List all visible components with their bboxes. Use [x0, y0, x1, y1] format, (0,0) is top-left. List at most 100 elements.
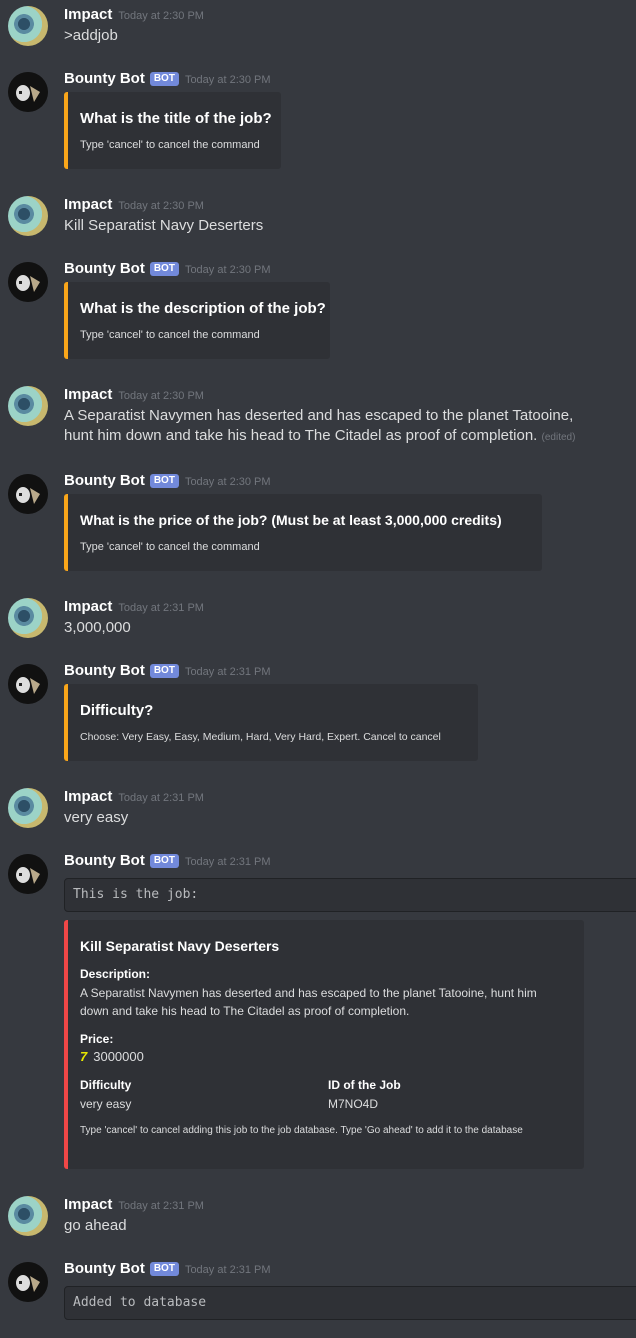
stormtrooper-icon	[8, 72, 48, 112]
field-id-value: M7NO4D	[328, 1097, 379, 1111]
username[interactable]: Impact	[64, 6, 112, 23]
timestamp: Today at 2:30 PM	[118, 200, 204, 212]
embed: What is the description of the job? Type…	[64, 282, 330, 359]
embed-footer: Type 'cancel' to cancel the command	[80, 329, 260, 341]
message-text: Kill Separatist Navy Deserters	[64, 217, 264, 234]
bot-tag: BOT	[149, 1262, 179, 1276]
timestamp: Today at 2:31 PM	[118, 792, 204, 804]
timestamp: Today at 2:31 PM	[184, 666, 271, 678]
message-bot-5: Bounty Bot BOT Today at 2:31 PM This is th…	[0, 846, 636, 1176]
user-avatar[interactable]	[8, 386, 48, 426]
message-header: Impact Today at 2:31 PM	[64, 598, 204, 616]
field-id-name: ID of the Job	[328, 1078, 401, 1092]
timestamp: Today at 2:30 PM	[184, 74, 271, 86]
user-avatar[interactable]	[8, 1196, 48, 1236]
message-impact-6: Impact Today at 2:31 PM go ahead	[0, 1190, 636, 1250]
username[interactable]: Impact	[64, 386, 112, 403]
timestamp: Today at 2:31 PM	[118, 602, 204, 614]
timestamp: Today at 2:31 PM	[184, 856, 271, 868]
message-bot-1: Bounty Bot BOT Today at 2:30 PM What is th…	[0, 64, 636, 184]
message-header: Impact Today at 2:30 PM	[64, 6, 204, 24]
timestamp: Today at 2:30 PM	[118, 390, 204, 402]
embed-footer: Type 'cancel' to cancel the command	[80, 541, 260, 553]
timestamp: Today at 2:31 PM	[184, 1264, 271, 1276]
timestamp: Today at 2:30 PM	[118, 10, 204, 22]
message-header: Impact Today at 2:31 PM	[64, 788, 204, 806]
message-header: Bounty Bot BOT Today at 2:31 PM	[64, 852, 271, 870]
embed-title: Kill Separatist Navy Deserters	[80, 938, 280, 954]
stormtrooper-icon	[8, 262, 48, 302]
message-bot-4: Bounty Bot BOT Today at 2:31 PM Difficulty…	[0, 656, 636, 776]
message-text: go ahead	[64, 1217, 127, 1234]
field-difficulty-value: very easy	[80, 1097, 132, 1111]
message-impact-5: Impact Today at 2:31 PM very easy	[0, 782, 636, 842]
embed-footer: Type 'cancel' to cancel adding this job …	[80, 1125, 523, 1136]
timestamp: Today at 2:30 PM	[184, 264, 271, 276]
username[interactable]: Impact	[64, 1196, 112, 1213]
message-impact-1: Impact Today at 2:30 PM >addjob	[0, 0, 636, 60]
message-header: Bounty Bot BOT Today at 2:30 PM	[64, 472, 271, 490]
field-description-value: A Separatist Navymen has deserted and ha…	[80, 986, 537, 1018]
stormtrooper-icon	[8, 1262, 48, 1302]
bot-avatar[interactable]	[8, 854, 48, 894]
message-text: very easy	[64, 809, 129, 826]
bot-avatar[interactable]	[8, 664, 48, 704]
message-header: Bounty Bot BOT Today at 2:30 PM	[64, 70, 271, 88]
bot-avatar[interactable]	[8, 72, 48, 112]
edited-label: (edited)	[541, 432, 576, 443]
username[interactable]: Bounty Bot	[64, 1260, 145, 1277]
username[interactable]: Bounty Bot	[64, 260, 145, 277]
username[interactable]: Bounty Bot	[64, 70, 145, 87]
message-header: Bounty Bot BOT Today at 2:30 PM	[64, 260, 271, 278]
username[interactable]: Bounty Bot	[64, 852, 145, 869]
embed-footer: Type 'cancel' to cancel the command	[80, 139, 260, 151]
stormtrooper-icon	[8, 474, 48, 514]
bot-avatar[interactable]	[8, 262, 48, 302]
message-body: A Separatist Navymen has deserted and ha…	[64, 407, 574, 444]
message-text: 3,000,000	[64, 619, 131, 636]
message-header: Bounty Bot BOT Today at 2:31 PM	[64, 662, 271, 680]
message-header: Impact Today at 2:31 PM	[64, 1196, 204, 1214]
job-embed: Kill Separatist Navy Deserters Descripti…	[64, 920, 584, 1169]
field-description-name: Description:	[80, 967, 151, 981]
bot-avatar[interactable]	[8, 1262, 48, 1302]
message-impact-3: Impact Today at 2:30 PM A Separatist Navy…	[0, 380, 636, 460]
field-difficulty-name: Difficulty	[80, 1078, 132, 1092]
code-block: Added to database	[64, 1286, 636, 1320]
username[interactable]: Impact	[64, 788, 112, 805]
message-bot-3: Bounty Bot BOT Today at 2:30 PM What is th…	[0, 466, 636, 586]
user-avatar[interactable]	[8, 196, 48, 236]
bot-tag: BOT	[149, 664, 179, 678]
message-bot-6: Bounty Bot BOT Today at 2:31 PM Added to d…	[0, 1254, 636, 1338]
embed-title: What is the price of the job? (Must be a…	[80, 512, 502, 528]
message-bot-2: Bounty Bot BOT Today at 2:30 PM What is th…	[0, 254, 636, 374]
embed-footer: Choose: Very Easy, Easy, Medium, Hard, V…	[80, 731, 441, 743]
username[interactable]: Impact	[64, 598, 112, 615]
embed: What is the price of the job? (Must be a…	[64, 494, 542, 571]
message-impact-2: Impact Today at 2:30 PM Kill Separatist N…	[0, 190, 636, 250]
username[interactable]: Bounty Bot	[64, 472, 145, 489]
user-avatar[interactable]	[8, 6, 48, 46]
bot-tag: BOT	[149, 854, 179, 868]
message-text: >addjob	[64, 27, 118, 44]
message-header: Bounty Bot BOT Today at 2:31 PM	[64, 1260, 271, 1278]
stormtrooper-icon	[8, 854, 48, 894]
timestamp: Today at 2:31 PM	[118, 1200, 204, 1212]
message-text: A Separatist Navymen has deserted and ha…	[64, 406, 604, 448]
message-header: Impact Today at 2:30 PM	[64, 386, 204, 404]
embed: Difficulty? Choose: Very Easy, Easy, Med…	[64, 684, 478, 761]
message-impact-4: Impact Today at 2:31 PM 3,000,000	[0, 592, 636, 652]
bot-avatar[interactable]	[8, 474, 48, 514]
stormtrooper-icon	[8, 664, 48, 704]
bot-tag: BOT	[149, 474, 179, 488]
code-block: This is the job:	[64, 878, 636, 912]
field-price-name: Price:	[80, 1032, 114, 1046]
embed-title: What is the description of the job?	[80, 300, 326, 317]
user-avatar[interactable]	[8, 598, 48, 638]
price-amount: 3000000	[93, 1049, 144, 1064]
user-avatar[interactable]	[8, 788, 48, 828]
field-price-value: 7 3000000	[80, 1048, 144, 1066]
bot-tag: BOT	[149, 262, 179, 276]
username[interactable]: Bounty Bot	[64, 662, 145, 679]
username[interactable]: Impact	[64, 196, 112, 213]
